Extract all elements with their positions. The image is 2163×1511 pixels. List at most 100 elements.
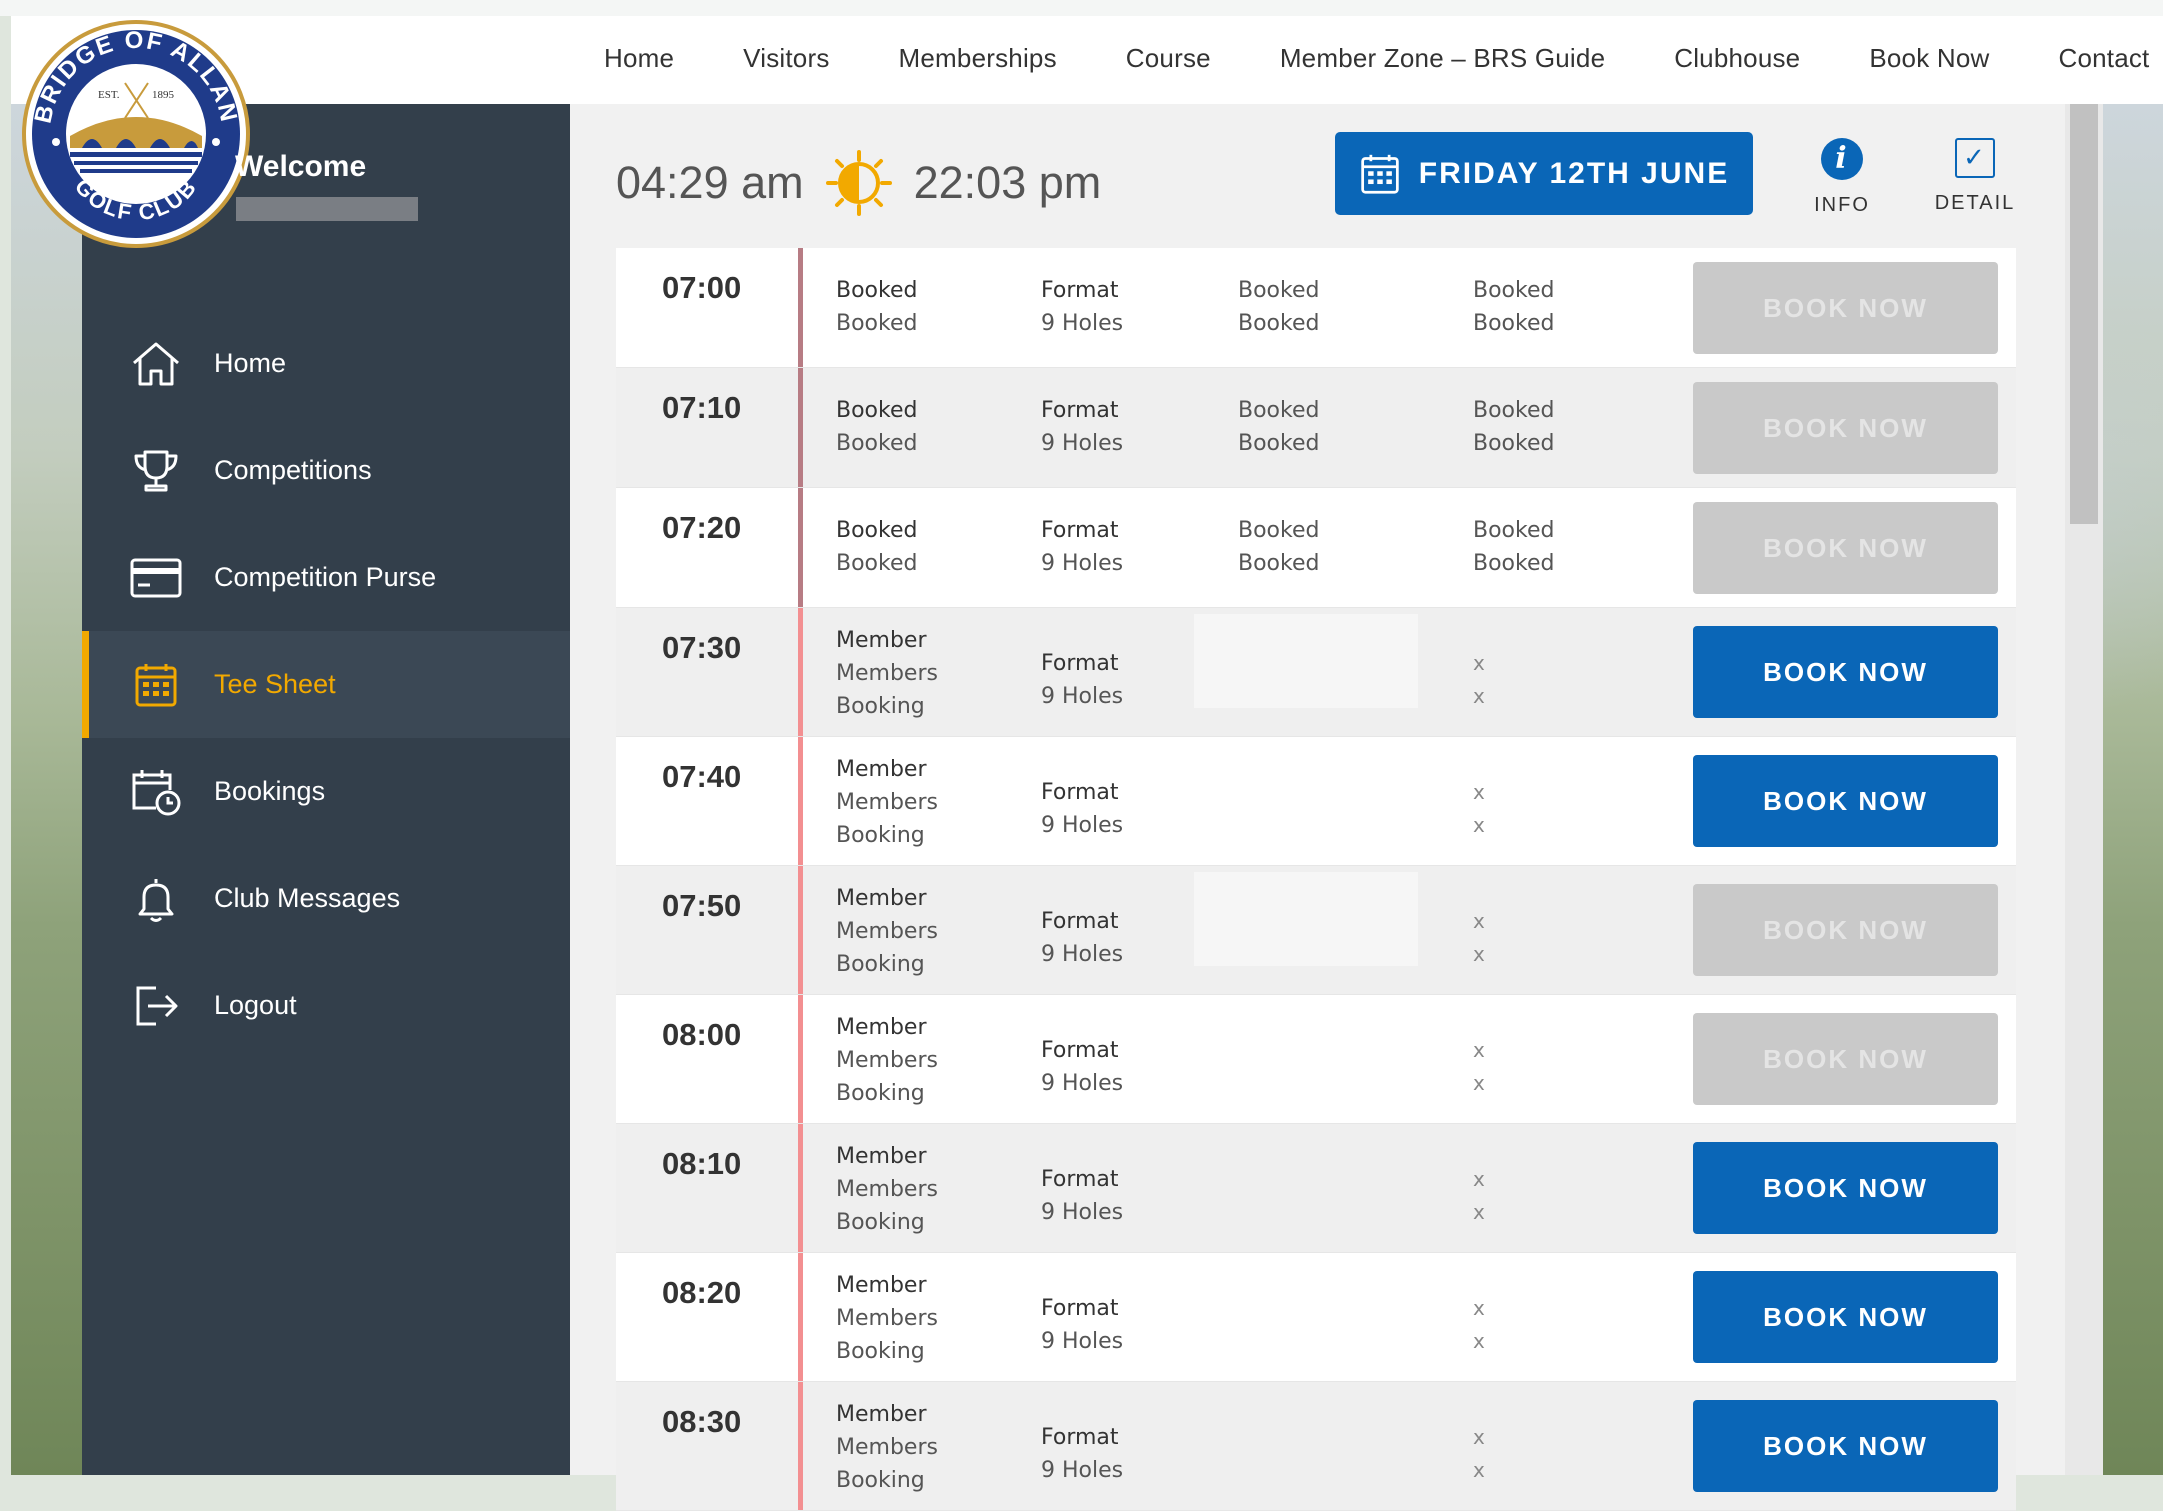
club-logo[interactable]: BRIDGE OF ALLAN GOLF CLUB EST. 1895 — [20, 18, 252, 250]
player-4-cell: Booked Booked — [1473, 274, 1554, 340]
cell-line: Booked — [1473, 311, 1555, 336]
cell-line: Format — [1041, 1296, 1119, 1321]
tee-time: 07:50 — [662, 888, 742, 923]
sidebar-item-tee-sheet[interactable]: Tee Sheet — [82, 631, 570, 738]
logout-icon — [126, 980, 186, 1032]
remove-mark[interactable]: x — [1473, 1034, 1485, 1067]
sidebar-menu: Home Competitions Competition Purse Tee … — [82, 310, 570, 1059]
player-1-cell: Booked Booked — [836, 394, 917, 460]
sidebar-item-competition-purse[interactable]: Competition Purse — [82, 524, 570, 631]
nav-contact[interactable]: Contact — [2058, 43, 2149, 74]
info-icon: i — [1821, 138, 1863, 180]
sun-icon — [825, 150, 892, 216]
nav-course[interactable]: Course — [1126, 43, 1211, 74]
cell-line: Members — [836, 1435, 938, 1460]
sidebar-item-club-messages[interactable]: Club Messages — [82, 845, 570, 952]
book-now-button[interactable]: BOOK NOW — [1693, 755, 1998, 847]
tee-time: 07:30 — [662, 630, 742, 665]
scrollbar-thumb[interactable] — [2070, 104, 2098, 524]
format-cell: Format 9 Holes — [1041, 647, 1123, 713]
remove-mark[interactable]: x — [1473, 1325, 1485, 1358]
sidebar-item-label: Competition Purse — [214, 562, 437, 592]
tee-time-row: 07:40 Member Members Booking Format 9 Holes x x… — [616, 737, 2016, 866]
cell-line: Booked — [836, 278, 918, 303]
remove-slot-marks[interactable]: xx — [1473, 1292, 1485, 1358]
info-button[interactable]: i INFO — [1805, 138, 1879, 217]
remove-mark[interactable]: x — [1473, 809, 1485, 842]
tee-time: 08:00 — [662, 1017, 742, 1052]
remove-mark[interactable]: x — [1473, 776, 1485, 809]
remove-mark[interactable]: x — [1473, 1196, 1485, 1229]
sidebar-item-home[interactable]: Home — [82, 310, 570, 417]
remove-slot-marks[interactable]: xx — [1473, 776, 1485, 842]
welcome-title: Welcome — [235, 150, 367, 183]
sidebar-item-bookings[interactable]: Bookings — [82, 738, 570, 845]
remove-mark[interactable]: x — [1473, 1454, 1485, 1487]
format-cell: Format 9 Holes — [1041, 905, 1123, 971]
tee-time-row: 07:20 Booked Booked Format 9 Holes Booked Book… — [616, 488, 2016, 608]
tee-time: 08:20 — [662, 1275, 742, 1310]
cell-line: 9 Holes — [1041, 942, 1124, 967]
cell-line: Member — [836, 628, 927, 653]
book-now-button[interactable]: BOOK NOW — [1693, 1271, 1998, 1363]
date-picker-button[interactable]: FRIDAY 12TH JUNE — [1335, 132, 1753, 215]
tee-time: 08:10 — [662, 1146, 742, 1181]
remove-mark[interactable]: x — [1473, 938, 1485, 971]
book-now-button[interactable]: BOOK NOW — [1693, 1142, 1998, 1234]
tee-time-row: 07:00 Booked Booked Format 9 Holes Booked Book… — [616, 248, 2016, 368]
player-1-cell: Member Members Booking — [836, 753, 938, 852]
cell-line: Booked — [1238, 311, 1320, 336]
remove-mark[interactable]: x — [1473, 1067, 1485, 1100]
nav-visitors[interactable]: Visitors — [743, 43, 829, 74]
sidebar-item-label: Tee Sheet — [214, 669, 336, 699]
cell-line: Booked — [1473, 551, 1555, 576]
calendar-clock-icon — [126, 766, 186, 818]
book-now-button: BOOK NOW — [1693, 1013, 1998, 1105]
date-label: FRIDAY 12TH JUNE — [1418, 156, 1730, 190]
format-cell: Format 9 Holes — [1041, 274, 1123, 340]
row-status-bar — [798, 368, 803, 487]
cell-line: Format — [1041, 1167, 1119, 1192]
cell-line: Format — [1041, 518, 1119, 543]
cell-line: Member — [836, 886, 927, 911]
nav-memberships[interactable]: Memberships — [899, 43, 1057, 74]
remove-slot-marks[interactable]: xx — [1473, 647, 1485, 713]
home-icon — [126, 338, 186, 390]
row-status-bar — [798, 866, 803, 994]
row-status-bar — [798, 1124, 803, 1252]
cell-line: Booked — [1473, 518, 1555, 543]
tee-time-row: 08:00 Member Members Booking Format 9 Holes x x… — [616, 995, 2016, 1124]
cell-line: Member — [836, 1402, 927, 1427]
detail-toggle[interactable]: ✓ DETAIL — [1930, 138, 2020, 215]
book-now-button[interactable]: BOOK NOW — [1693, 626, 1998, 718]
row-status-bar — [798, 995, 803, 1123]
card-icon — [126, 552, 186, 604]
cell-line: Booking — [836, 952, 925, 977]
remove-mark[interactable]: x — [1473, 1421, 1485, 1454]
nav-home[interactable]: Home — [604, 43, 674, 74]
cell-line: Booking — [836, 1081, 925, 1106]
cell-line: Booked — [1238, 278, 1320, 303]
nav-clubhouse[interactable]: Clubhouse — [1674, 43, 1800, 74]
sidebar-item-competitions[interactable]: Competitions — [82, 417, 570, 524]
sidebar-item-logout[interactable]: Logout — [82, 952, 570, 1059]
row-status-bar — [798, 1253, 803, 1381]
remove-mark[interactable]: x — [1473, 905, 1485, 938]
cell-line: Members — [836, 919, 938, 944]
remove-slot-marks[interactable]: xx — [1473, 1163, 1485, 1229]
tee-time-row: 07:30 Member Members Booking Format 9 Holes x x… — [616, 608, 2016, 737]
remove-mark[interactable]: x — [1473, 680, 1485, 713]
nav-member-zone[interactable]: Member Zone – BRS Guide — [1280, 43, 1605, 74]
remove-slot-marks[interactable]: xx — [1473, 1034, 1485, 1100]
remove-mark[interactable]: x — [1473, 1163, 1485, 1196]
player-1-cell: Member Members Booking — [836, 1398, 938, 1497]
remove-slot-marks[interactable]: xx — [1473, 1421, 1485, 1487]
player-3-cell: Booked Booked — [1238, 274, 1319, 340]
remove-mark[interactable]: x — [1473, 647, 1485, 680]
remove-mark[interactable]: x — [1473, 1292, 1485, 1325]
nav-book-now[interactable]: Book Now — [1869, 43, 1989, 74]
cell-line: Booked — [836, 431, 918, 456]
book-now-button[interactable]: BOOK NOW — [1693, 1400, 1998, 1492]
remove-slot-marks[interactable]: xx — [1473, 905, 1485, 971]
cell-line: Booked — [1238, 518, 1320, 543]
